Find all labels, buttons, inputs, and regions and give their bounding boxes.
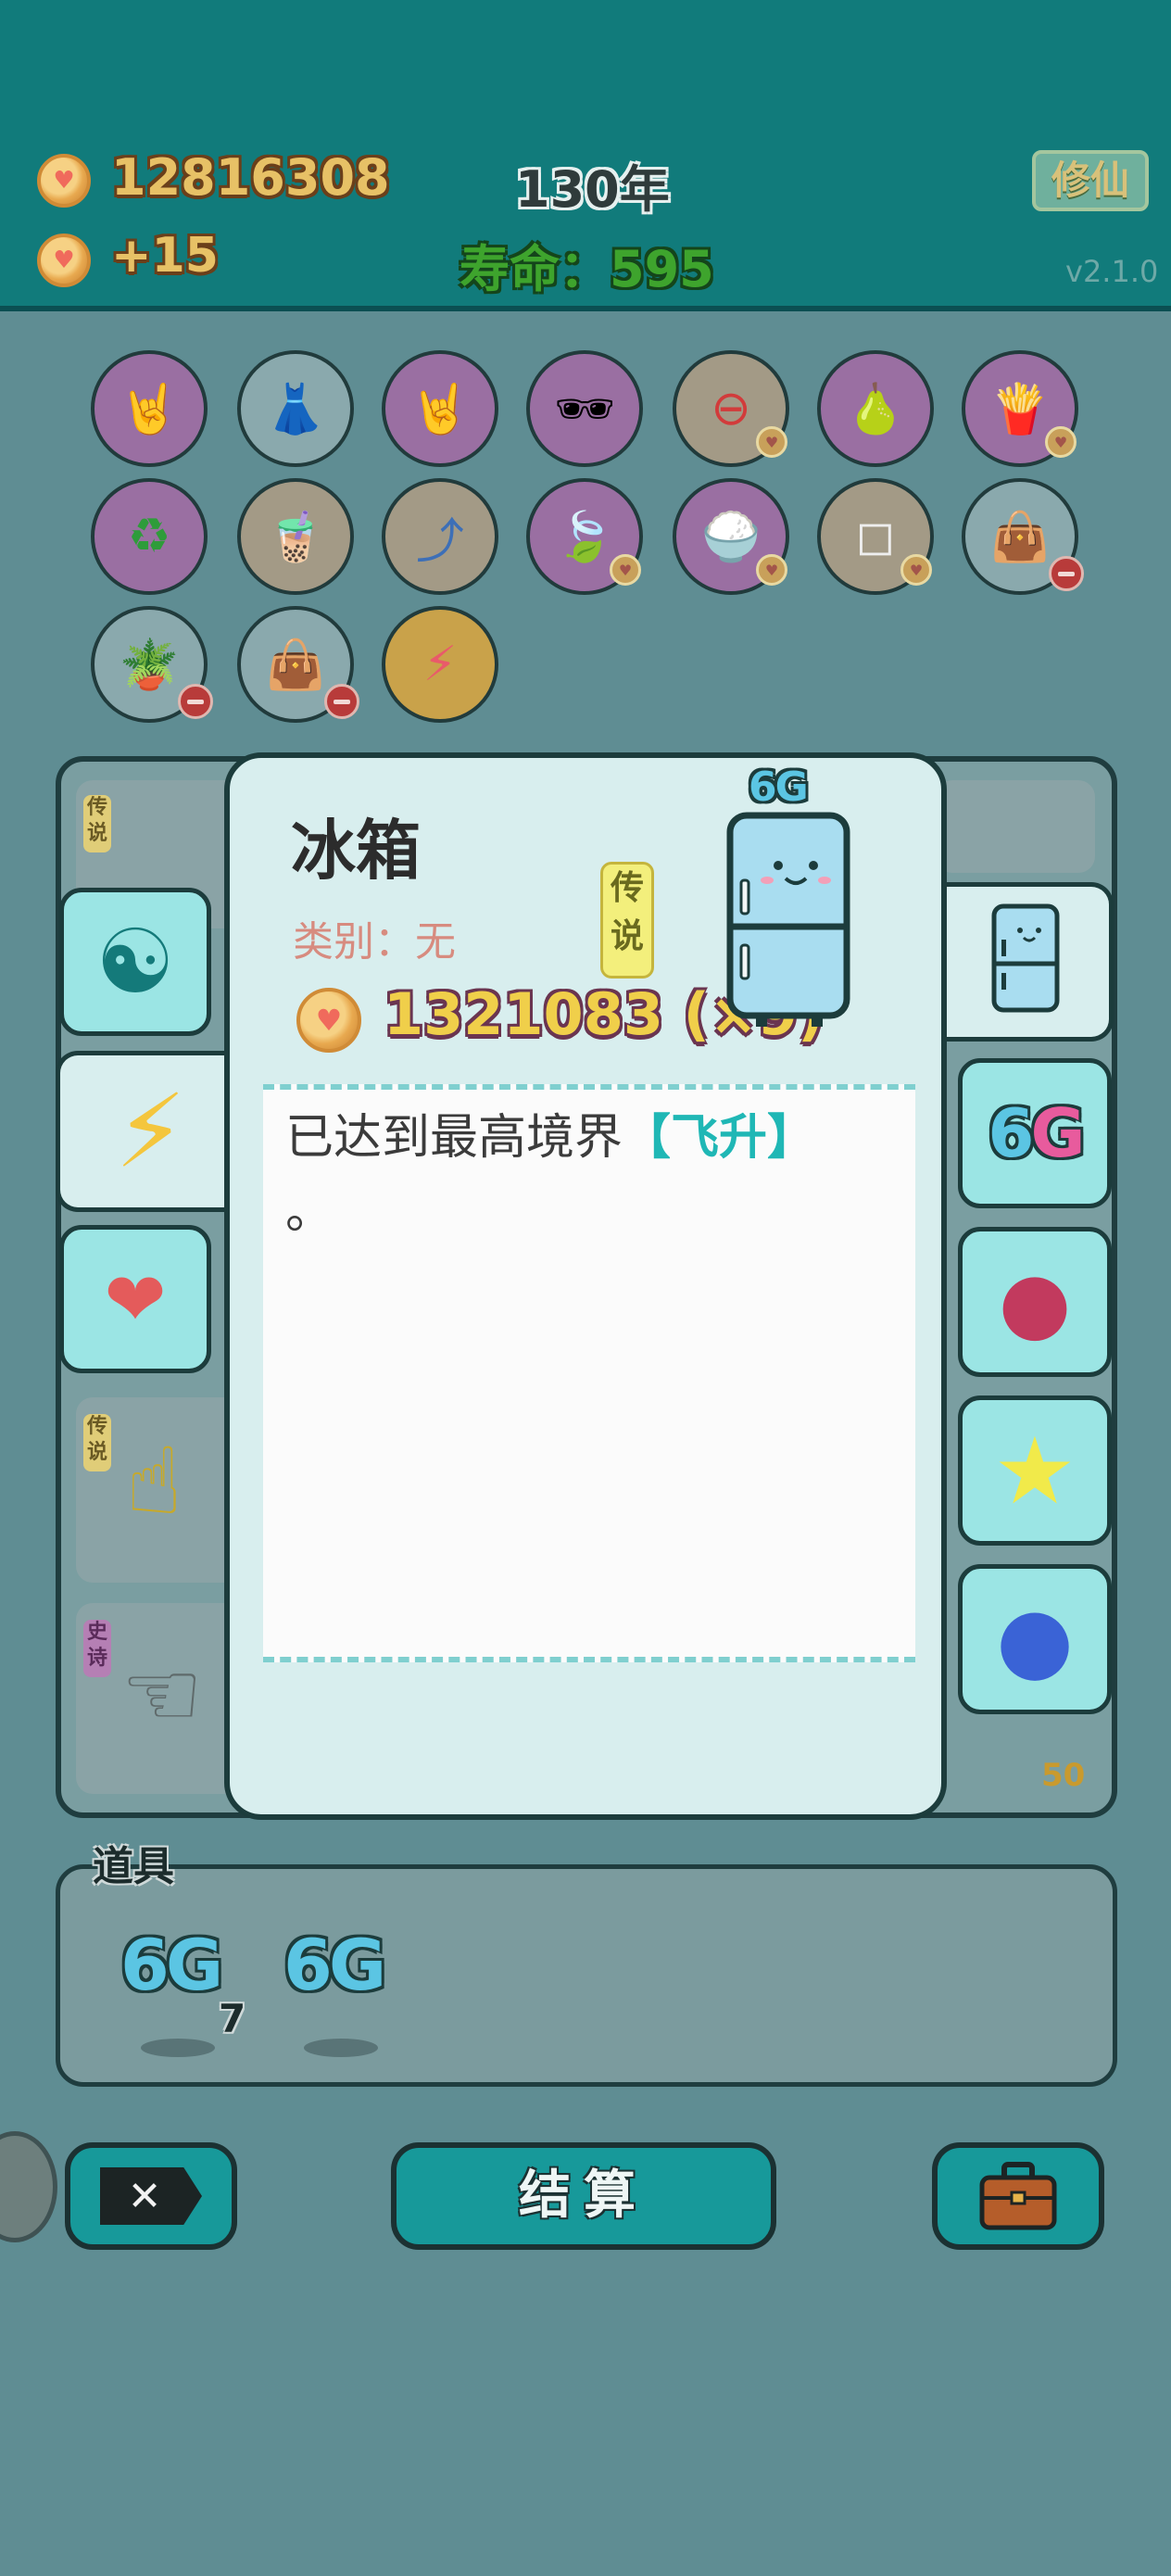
tab-fridge-active[interactable]: [941, 882, 1114, 1042]
guava-item[interactable]: 🍐: [817, 350, 934, 467]
rock-hand-item[interactable]: 🤘: [382, 350, 498, 467]
lychee-icon: ●: [998, 1253, 1072, 1351]
income-coin-icon: ♥: [37, 234, 91, 287]
coin-badge-icon: ♥: [756, 554, 787, 586]
settle-button[interactable]: 结算: [391, 2142, 776, 2250]
item-shadow: [304, 2039, 378, 2057]
backpack-button[interactable]: [932, 2142, 1104, 2250]
coin-badge-icon: ♥: [1045, 426, 1077, 458]
tab-6g[interactable]: 6G: [958, 1058, 1112, 1208]
arrow-sign-item[interactable]: ⤴: [382, 478, 498, 595]
yin-yang-icon: ☯: [94, 910, 176, 1014]
star-icon: ★: [993, 1416, 1077, 1525]
fridge-icon: [991, 903, 1059, 1013]
tab-blueberry[interactable]: ●: [958, 1564, 1112, 1714]
item-name: 冰箱: [291, 813, 421, 889]
liver-icon: ❤: [104, 1256, 167, 1343]
close-icon: ✕: [100, 2167, 202, 2225]
coin-badge-icon: ♥: [610, 554, 641, 586]
bubble-tea-item[interactable]: 🧋: [237, 478, 354, 595]
close-button[interactable]: ✕: [65, 2142, 237, 2250]
blueberry-icon: ●: [996, 1587, 1074, 1691]
year-counter: 130年: [515, 160, 670, 219]
tab-6g-label: 6G: [988, 1094, 1085, 1172]
coin-badge-icon: ♥: [756, 426, 787, 458]
remove-icon[interactable]: [1049, 556, 1084, 591]
briefcase-icon: [979, 2162, 1057, 2230]
skirt-item[interactable]: 👗: [237, 350, 354, 467]
item-detail-popup: 冰箱 类别：无 传说 ♥ 1321083 (×9) 6G 已达到最高境界【飞升】…: [224, 752, 947, 1820]
recycle-item[interactable]: ♻: [91, 478, 208, 595]
tab-star[interactable]: ★: [958, 1395, 1112, 1546]
sunglasses-item[interactable]: 🕶: [526, 350, 643, 467]
card-rarity-tag: 传说: [83, 795, 111, 852]
leaf-item[interactable]: 🍃 ♥: [526, 478, 643, 595]
coin-icon: ♥: [37, 154, 91, 208]
coin-total: 12816308: [111, 148, 390, 207]
realm-highlight: 【飞升】: [623, 1110, 816, 1166]
rock-hand-item[interactable]: 🤘: [91, 350, 208, 467]
tab-taiji[interactable]: ☯: [59, 888, 211, 1036]
lifespan-counter: 寿命：595: [460, 240, 714, 298]
description-box: 已达到最高境界【飞升】 。: [263, 1084, 915, 1662]
bag-item[interactable]: 👜: [237, 606, 359, 723]
pointing-hand-icon: ☝: [126, 1427, 183, 1535]
tab-organ[interactable]: ❤: [59, 1225, 211, 1373]
item-description: 已达到最高境界【飞升】 。: [285, 1110, 816, 1240]
coin-badge-icon: ♥: [900, 554, 932, 586]
card-rarity-tag: 传说: [83, 1414, 111, 1471]
price-coin-icon: ♥: [296, 988, 361, 1053]
tier-label: 6G: [749, 764, 809, 811]
fries-item[interactable]: 🍟 ♥: [962, 350, 1078, 467]
no-entry-item[interactable]: ⊖ ♥: [673, 350, 789, 467]
flower-pot-item[interactable]: 🪴: [91, 606, 213, 723]
lightning-item[interactable]: ⚡: [382, 606, 498, 723]
card-count: 50: [1041, 1757, 1086, 1794]
coin-income: +15: [111, 228, 219, 284]
items-label: 道具: [93, 1843, 174, 1890]
pointing-hand-icon: ☜: [120, 1640, 204, 1749]
avatar[interactable]: [0, 2131, 57, 2242]
fridge-icon: [726, 812, 850, 1027]
cultivate-button[interactable]: 修仙: [1032, 150, 1149, 211]
remove-icon[interactable]: [324, 684, 359, 719]
card-rarity-tag: 史诗: [83, 1620, 111, 1677]
lightning-icon: ⚡: [114, 1072, 187, 1191]
item-count: 7: [219, 1996, 246, 2041]
item-6g[interactable]: 6G: [283, 1924, 386, 2006]
tab-lightning-active[interactable]: ⚡: [56, 1051, 241, 1212]
card-slot[interactable]: [936, 780, 1095, 873]
sugar-cubes-item[interactable]: ◻ ♥: [817, 478, 934, 595]
remove-icon[interactable]: [178, 684, 213, 719]
rice-bowl-item[interactable]: 🍚 ♥: [673, 478, 789, 595]
version-label: v2.1.0: [1065, 254, 1159, 289]
item-category: 类别：无: [293, 918, 456, 966]
tab-lychee[interactable]: ●: [958, 1227, 1112, 1377]
item-6g[interactable]: 6G: [120, 1924, 223, 2006]
bag-item[interactable]: 👜: [962, 478, 1084, 595]
item-shadow: [141, 2039, 215, 2057]
rarity-tag: 传说: [600, 862, 654, 979]
